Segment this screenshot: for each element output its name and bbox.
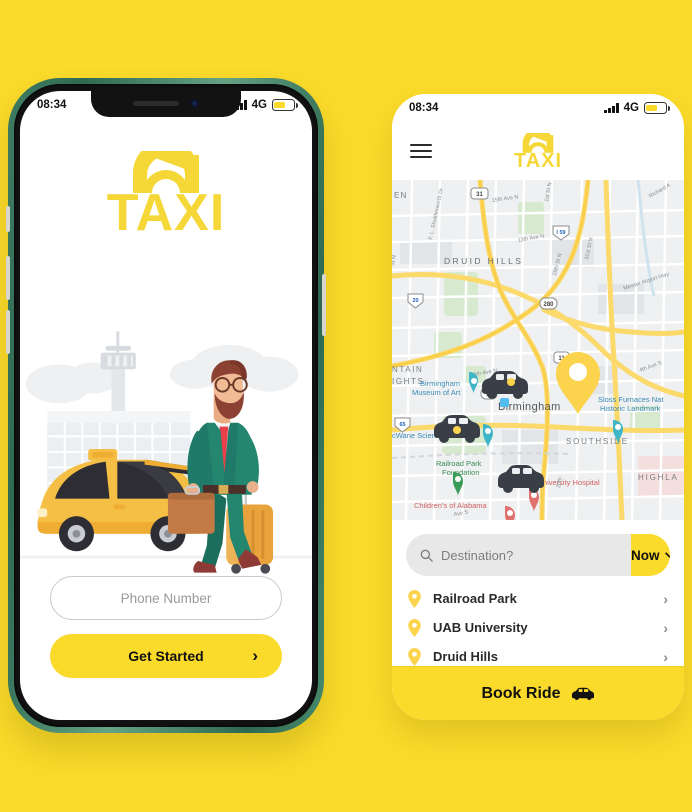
search-icon [420,549,433,562]
status-time: 08:34 [37,99,67,111]
status-bar-onboarding: 08:34 4G [20,91,312,119]
location-pin-icon [408,647,421,666]
app-logo-wordmark: TAXI [513,149,563,172]
status-bar-map: 08:34 4G [392,94,684,122]
chevron-right-icon: › [663,590,668,607]
ride-time-label: Now [631,547,660,563]
status-indicators: 4G [232,99,298,111]
svg-text:Railroad Park: Railroad Park [436,459,482,468]
phone-bezel: 08:34 4G TAXI Phone Number Get Started › [14,84,318,727]
map-screen-header: 08:34 4G TAXI [392,94,684,180]
chevron-right-icon: › [663,648,668,665]
app-logo-small: TAXI [513,132,563,172]
hamburger-menu-icon[interactable] [410,139,432,162]
phone-power-button [322,274,326,336]
briefcase-shape [167,486,215,534]
svg-text:Children's of Alabama: Children's of Alabama [414,501,488,510]
app-logo-large: TAXI [20,151,312,242]
phone-number-input[interactable] [50,576,282,620]
svg-text:Sloss Furnaces Nat: Sloss Furnaces Nat [598,395,664,404]
svg-text:I 59: I 59 [556,230,565,236]
book-ride-button[interactable]: Book Ride [392,666,684,720]
status-indicators: 4G [604,102,670,114]
chevron-down-icon [664,551,670,559]
svg-text:65: 65 [399,422,405,428]
poster-canvas: 08:34 4G TAXI Phone Number Get Started ›… [0,0,692,812]
destination-input[interactable] [441,547,617,563]
svg-text:Historic Landmark: Historic Landmark [600,404,661,413]
car-icon [571,687,594,700]
network-type-label: 4G [251,99,267,111]
phone-device-map: 08:34 4G TAXI 31 I 59 280 11 65 20 EN DR… [392,94,684,720]
location-pin-icon [408,589,421,608]
book-ride-label: Book Ride [481,684,561,702]
onboarding-illustration [20,306,312,596]
signal-bars-icon [604,103,619,113]
battery-icon [272,99,298,111]
phone-volume-down-button [6,310,10,354]
chevron-right-icon: › [252,646,258,665]
phone-silent-switch [6,206,10,232]
cloud-shapes [25,344,299,404]
app-navbar: TAXI [392,128,684,174]
onboarding-screen: 08:34 4G TAXI Phone Number Get Started › [20,91,312,720]
status-time: 08:34 [409,102,439,114]
get-started-label: Get Started [128,648,204,664]
list-item[interactable]: Railroad Park › [392,584,684,613]
onboarding-form: Get Started › [50,576,282,678]
svg-text:DRUID HILLS: DRUID HILLS [444,256,523,266]
destination-label: UAB University [433,620,528,635]
svg-text:EN: EN [394,191,408,200]
location-pin-icon [408,618,421,637]
list-item[interactable]: UAB University › [392,613,684,642]
ride-time-selector[interactable]: Now [631,534,670,576]
svg-text:NTAIN: NTAIN [392,365,423,374]
destination-label: Railroad Park [433,591,517,606]
chevron-right-icon: › [663,619,668,636]
map-view[interactable]: 31 I 59 280 11 78 65 20 [392,180,684,520]
svg-text:Birmingham: Birmingham [420,379,460,388]
destination-search-row: Now [406,534,670,576]
network-type-label: 4G [623,102,639,114]
battery-icon [644,102,670,114]
svg-text:Museum of Art: Museum of Art [412,388,461,397]
phone-volume-up-button [6,256,10,300]
svg-text:280: 280 [543,302,554,308]
get-started-button[interactable]: Get Started › [50,634,282,678]
svg-text:20: 20 [412,298,418,304]
map-canvas: 31 I 59 280 11 78 65 20 [392,180,684,520]
svg-text:31: 31 [476,192,483,198]
saved-destinations-list: Railroad Park › UAB University › Druid H… [392,584,684,671]
phone-device-onboarding: 08:34 4G TAXI Phone Number Get Started › [6,78,326,733]
signal-bars-icon [232,100,247,110]
app-logo-wordmark: TAXI [106,184,226,242]
svg-text:HIGHLA: HIGHLA [638,473,679,482]
search-box[interactable] [406,534,631,576]
destination-label: Druid Hills [433,649,499,664]
